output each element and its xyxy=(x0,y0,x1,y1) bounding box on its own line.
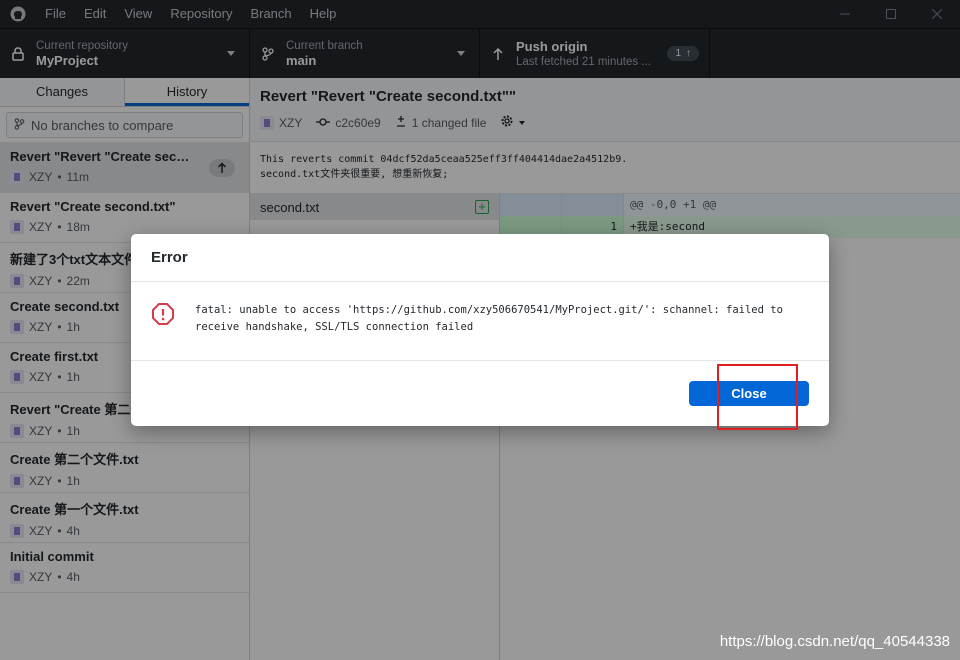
error-message: fatal: unable to access 'https://github.… xyxy=(195,302,783,360)
annotation-highlight xyxy=(717,364,798,430)
dialog-title: Error xyxy=(151,249,188,266)
error-message-line: fatal: unable to access 'https://github.… xyxy=(195,304,783,316)
watermark-text: https://blog.csdn.net/qq_40544338 xyxy=(719,633,950,650)
dialog-content: fatal: unable to access 'https://github.… xyxy=(131,282,829,361)
error-octagon-icon xyxy=(151,302,175,360)
dialog-header: Error xyxy=(131,234,829,282)
error-message-line: receive handshake, SSL/TLS connection fa… xyxy=(195,321,474,333)
